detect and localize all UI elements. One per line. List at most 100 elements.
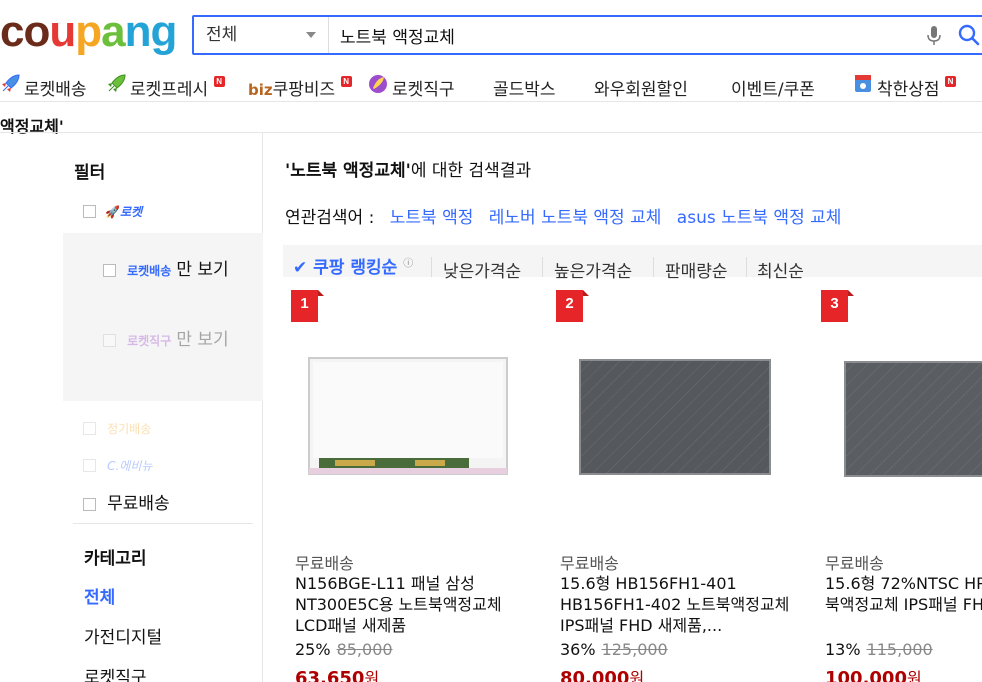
free-shipping-checkbox[interactable] bbox=[83, 498, 96, 511]
only-view-label: 만 보기 bbox=[176, 330, 229, 350]
related-keyword[interactable]: 노트북 액정 bbox=[390, 208, 474, 228]
nav-rocket-delivery[interactable]: 로켓배송 bbox=[0, 72, 87, 102]
product-card[interactable]: 2 무료배송 15.6형 HB156FH1-401 HB156FH1-402 노… bbox=[548, 288, 798, 682]
search-result-title: '노트북 액정교체'에 대한 검색결과 bbox=[285, 156, 531, 181]
category-nav: 로켓배송 로켓프레시 N biz쿠팡비즈 N 로켓직구 골드박스 와우회원할인 … bbox=[0, 72, 982, 102]
rank-badge: 3 bbox=[821, 290, 854, 322]
price-value: 100,000 bbox=[825, 668, 907, 682]
nav-rocket-fresh[interactable]: 로켓프레시 N bbox=[106, 72, 225, 102]
rank-badge: 2 bbox=[556, 290, 589, 322]
sort-ranking[interactable]: ✔ 쿠팡 랭킹순 ⓘ bbox=[293, 253, 413, 278]
rocket-options: 로켓배송 만 보기 로켓직구 만 보기 bbox=[63, 233, 263, 401]
mic-icon[interactable] bbox=[927, 26, 941, 46]
category-item-rocket-global[interactable]: 로켓직구 bbox=[84, 663, 147, 682]
filter-rocket-global[interactable]: 로켓직구 만 보기 bbox=[103, 325, 229, 350]
price-value: 63,650 bbox=[295, 668, 365, 682]
filter-rocket[interactable]: 🚀로켓 bbox=[83, 201, 142, 220]
original-price: 125,000 bbox=[601, 640, 668, 659]
divider bbox=[0, 101, 982, 102]
related-keyword[interactable]: 레노버 노트북 액정 교체 bbox=[489, 208, 662, 228]
category-title: 카테고리 bbox=[84, 549, 147, 569]
c-avenue-checkbox[interactable] bbox=[83, 459, 96, 472]
product-name[interactable]: N156BGE-L11 패널 삼성 NT300E5C용 노트북액정교체 LCD패… bbox=[295, 573, 535, 636]
discount-info: 25% 85,000 bbox=[295, 640, 393, 659]
new-badge: N bbox=[944, 76, 956, 87]
product-image[interactable] bbox=[835, 354, 982, 478]
search-input[interactable] bbox=[340, 17, 900, 53]
sort-low-price[interactable]: 낮은가격순 bbox=[443, 257, 521, 282]
filter-label: 무료배송 bbox=[107, 494, 170, 514]
check-icon: ✔ bbox=[293, 258, 308, 278]
sort-sales[interactable]: 판매량순 bbox=[665, 257, 728, 282]
nav-label: 와우회원할인 bbox=[594, 80, 688, 100]
nav-label: 착한상점 bbox=[877, 80, 940, 100]
filter-rocket-delivery[interactable]: 로켓배송 만 보기 bbox=[103, 255, 229, 280]
rocket-fresh-icon bbox=[108, 74, 126, 92]
rocket-global-checkbox[interactable] bbox=[103, 334, 116, 347]
nav-label: 이벤트/쿠폰 bbox=[731, 80, 815, 100]
rocket-delivery-checkbox[interactable] bbox=[103, 264, 116, 277]
filter-c-avenue[interactable]: C.에비뉴 bbox=[83, 455, 152, 474]
shipping-label: 무료배송 bbox=[825, 554, 884, 573]
rocket-icon bbox=[2, 74, 20, 92]
divider bbox=[746, 257, 747, 277]
filter-free-shipping[interactable]: 무료배송 bbox=[83, 489, 170, 514]
result-suffix: 에 대한 검색결과 bbox=[410, 161, 532, 181]
product-name[interactable]: 15.6형 72%NTSC HP AU191TX용 노트북액정교체 IPS패널 … bbox=[825, 573, 982, 615]
product-card[interactable]: 3 무료배송 15.6형 72%NTSC HP AU191TX용 노트북액정교체… bbox=[813, 288, 982, 682]
rocket-global-icon bbox=[369, 75, 387, 93]
search-bar: 전체 bbox=[192, 15, 982, 55]
category-item-digital[interactable]: 가전디지털 bbox=[84, 623, 162, 648]
product-image[interactable] bbox=[570, 354, 776, 478]
discount-info: 36% 125,000 bbox=[560, 640, 668, 659]
divider bbox=[73, 523, 253, 524]
shipping-label: 무료배송 bbox=[295, 554, 354, 573]
divider bbox=[653, 257, 654, 277]
nav-label: 로켓프레시 bbox=[130, 80, 209, 100]
nav-label: 로켓직구 bbox=[392, 80, 455, 100]
filter-sidebar: 필터 🚀로켓 로켓배송 만 보기 로켓직구 만 보기 정기배송 C.에비뉴 무료… bbox=[63, 133, 263, 682]
related-keyword[interactable]: asus 노트북 액정 교체 bbox=[677, 208, 842, 228]
filter-label: 정기배송 bbox=[107, 422, 152, 436]
only-view-label: 만 보기 bbox=[176, 260, 229, 280]
search-category-label: 전체 bbox=[206, 25, 238, 45]
nav-rocket-global[interactable]: 로켓직구 bbox=[368, 72, 455, 102]
nav-label: 쿠팡비즈 bbox=[272, 80, 336, 100]
coupang-logo[interactable]: coupang bbox=[0, 6, 177, 58]
nav-coupang-biz[interactable]: biz쿠팡비즈 N bbox=[248, 72, 352, 102]
nav-event-coupon[interactable]: 이벤트/쿠폰 bbox=[731, 72, 815, 102]
divider bbox=[542, 257, 543, 277]
nav-wow-discount[interactable]: 와우회원할인 bbox=[594, 72, 688, 102]
sale-price: 63,650원 bbox=[295, 665, 379, 682]
discount-info: 13% 115,000 bbox=[825, 640, 933, 659]
regular-delivery-checkbox[interactable] bbox=[83, 422, 96, 435]
sort-bar: ✔ 쿠팡 랭킹순 ⓘ 낮은가격순 높은가격순 판매량순 최신순 bbox=[283, 245, 982, 282]
filter-label: 로켓 bbox=[120, 205, 143, 219]
chevron-down-icon bbox=[306, 32, 316, 38]
nav-good-store[interactable]: 착한상점 N bbox=[853, 72, 956, 102]
sort-newest[interactable]: 최신순 bbox=[757, 257, 804, 282]
search-category-select[interactable]: 전체 bbox=[194, 17, 329, 53]
price-value: 80,000 bbox=[560, 668, 630, 682]
nav-goldbox[interactable]: 골드박스 bbox=[493, 72, 556, 102]
good-store-icon bbox=[855, 75, 871, 92]
filter-title: 필터 bbox=[74, 163, 106, 183]
currency: 원 bbox=[364, 669, 380, 682]
filter-regular-delivery[interactable]: 정기배송 bbox=[83, 418, 151, 437]
product-card[interactable]: 1 무료배송 N156BGE-L11 패널 삼성 NT300E5C용 노트북액정… bbox=[283, 288, 533, 682]
category-item-all[interactable]: 전체 bbox=[84, 583, 115, 608]
original-price: 115,000 bbox=[866, 640, 933, 659]
sort-high-price[interactable]: 높은가격순 bbox=[554, 257, 632, 282]
product-image[interactable] bbox=[305, 354, 511, 478]
biz-icon: biz bbox=[248, 81, 273, 99]
breadcrumb: 액정교체' bbox=[0, 117, 64, 136]
filter-label: 로켓직구 bbox=[127, 334, 172, 348]
divider bbox=[431, 257, 432, 277]
related-searches: 연관검색어 : 노트북 액정 레노버 노트북 액정 교체 asus 노트북 액정… bbox=[285, 203, 841, 228]
product-name[interactable]: 15.6형 HB156FH1-401 HB156FH1-402 노트북액정교체 … bbox=[560, 573, 800, 636]
rocket-checkbox[interactable] bbox=[83, 205, 96, 218]
currency: 원 bbox=[906, 669, 922, 682]
info-icon[interactable]: ⓘ bbox=[403, 258, 413, 269]
search-icon[interactable] bbox=[958, 24, 980, 46]
sale-price: 80,000원 bbox=[560, 665, 644, 682]
